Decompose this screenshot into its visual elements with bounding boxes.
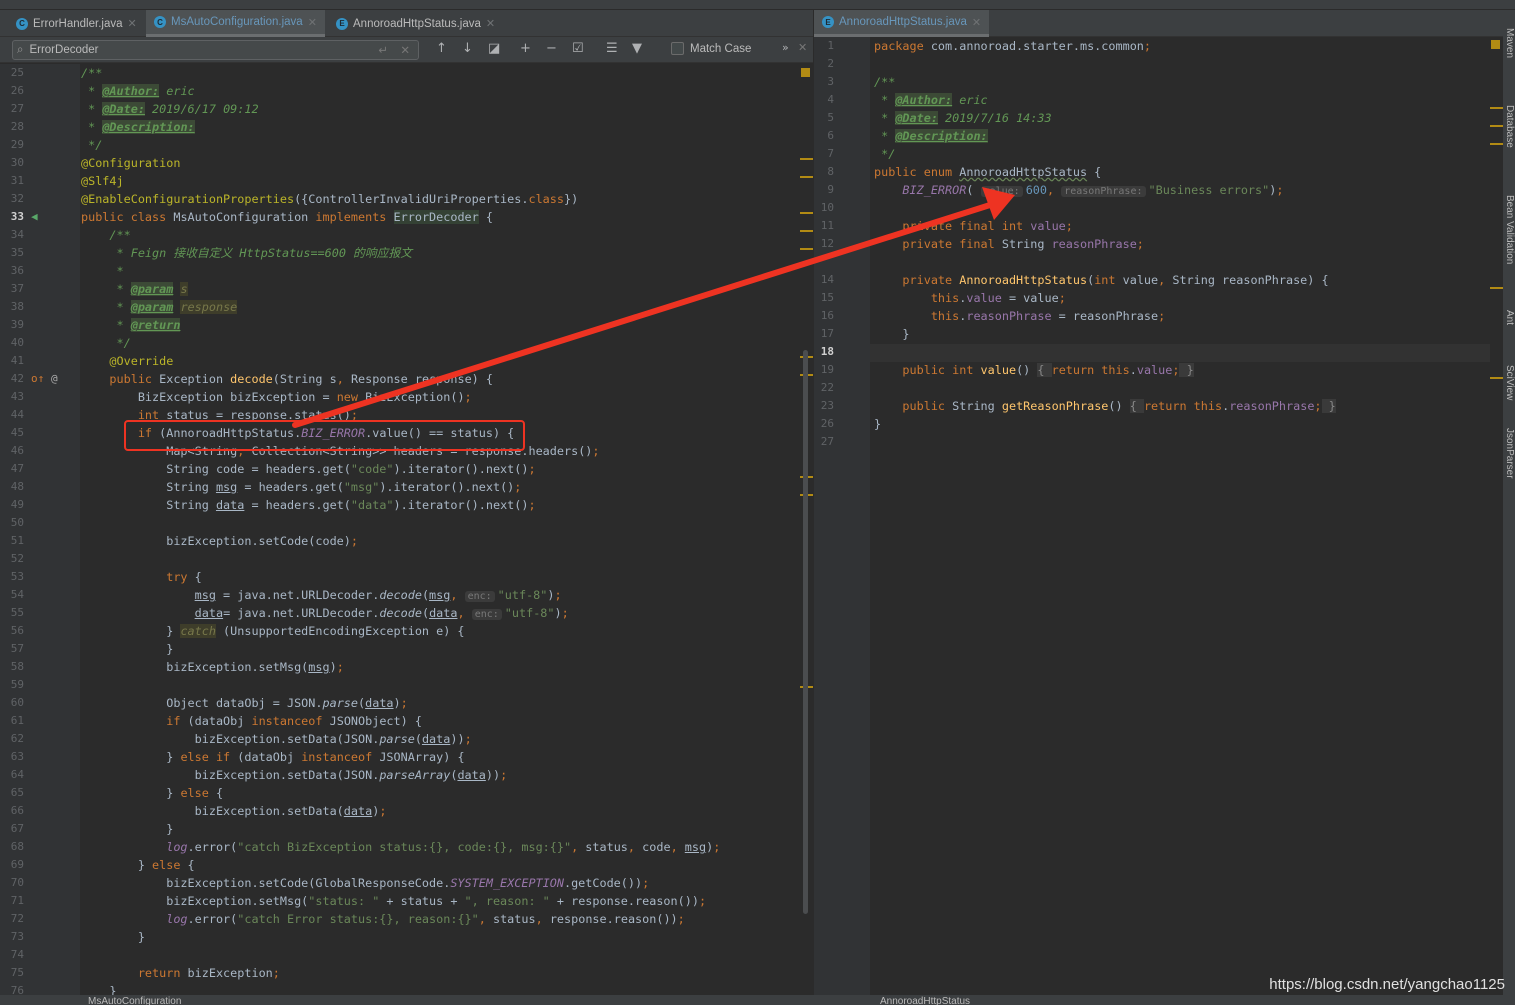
watermark: https://blog.csdn.net/yangchao1125 (1269, 976, 1505, 993)
arrow-line (292, 202, 993, 428)
arrow-annotation (292, 187, 1015, 428)
